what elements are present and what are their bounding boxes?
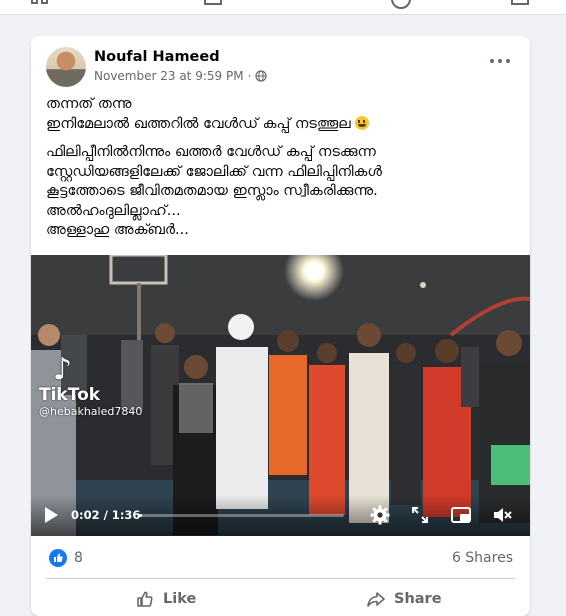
post-text-line: തന്നത് തന്നു — [46, 96, 132, 112]
grinning-emoji-icon — [355, 115, 370, 130]
post-text: തന്നത് തന്നു ഇനിമേലാൽ ഖത്തറിൽ വേൾഡ് കപ്പ… — [46, 95, 516, 241]
fullscreen-icon[interactable] — [409, 504, 431, 526]
tiktok-handle: @hebakhaled7840 — [39, 405, 143, 418]
post-text-line: സ്റ്റേഡിയങ്ങളിലേക്ക് ജോലിക്ക് വന്ന ഫിലിപ… — [46, 163, 382, 180]
play-icon[interactable] — [45, 507, 58, 523]
thumbs-up-icon — [137, 591, 153, 607]
video-progress-fill — [138, 514, 143, 517]
reaction-stats: 8 6 Shares — [31, 536, 530, 578]
video-player[interactable]: ♪ TikTok @hebakhaled7840 0:02 / 1:36 — [31, 255, 530, 536]
video-controls: 0:02 / 1:36 — [31, 495, 530, 536]
post-text-line: കൂട്ടത്തോടെ ജീവിതമതമായ ഇസ്ലാം സ്വീകരിക്ക… — [46, 183, 378, 199]
meta-separator: · — [247, 69, 252, 83]
picture-in-picture-icon[interactable] — [450, 504, 472, 526]
top-navigation-bar — [0, 0, 566, 15]
like-button[interactable]: Like — [135, 579, 196, 616]
volume-icon[interactable] — [491, 504, 513, 526]
tiktok-watermark: ♪ TikTok @hebakhaled7840 — [39, 355, 142, 419]
post-text-line: അള്ളാഹു അക്ബർ... — [46, 222, 189, 238]
settings-icon[interactable] — [369, 504, 391, 526]
more-options-icon[interactable] — [490, 56, 510, 66]
tiktok-name: TikTok — [39, 385, 101, 405]
avatar[interactable] — [46, 47, 86, 87]
post-timestamp[interactable]: November 23 at 9:59 PM — [94, 69, 244, 83]
video-time: 0:02 / 1:36 — [71, 508, 141, 522]
post-card: Noufal Hameed November 23 at 9:59 PM · ത… — [31, 36, 530, 616]
share-count[interactable]: 6 Shares — [452, 550, 513, 566]
groups-icon[interactable] — [203, 0, 223, 10]
share-icon — [367, 592, 385, 607]
video-progress-bar[interactable] — [138, 514, 344, 517]
post-text-line-with-emoji: ഇനിമേലാൽ ഖത്തറിൽ വേൾഡ് കപ്പ് നടത്തൂല — [46, 115, 516, 135]
post-text-line: ഫിലിപ്പീനിൽനിന്നും ഖത്തർ വേൾഡ് കപ്പ് നടക… — [46, 144, 376, 160]
tiktok-logo-icon: ♪ — [53, 352, 73, 387]
action-bar: Like Share — [31, 579, 530, 616]
clock-icon[interactable] — [390, 0, 412, 10]
menu-grid-icon[interactable] — [30, 0, 50, 10]
globe-icon — [255, 70, 267, 82]
marketplace-icon[interactable] — [510, 0, 530, 10]
author-name[interactable]: Noufal Hameed — [94, 49, 220, 65]
post-meta: November 23 at 9:59 PM · — [94, 69, 267, 83]
share-button[interactable]: Share — [366, 579, 442, 616]
reaction-count[interactable]: 8 — [74, 550, 83, 566]
post-text-line: അൽഹംദുലില്ലാഹ്... — [46, 202, 181, 219]
like-reaction-icon[interactable] — [49, 549, 67, 567]
